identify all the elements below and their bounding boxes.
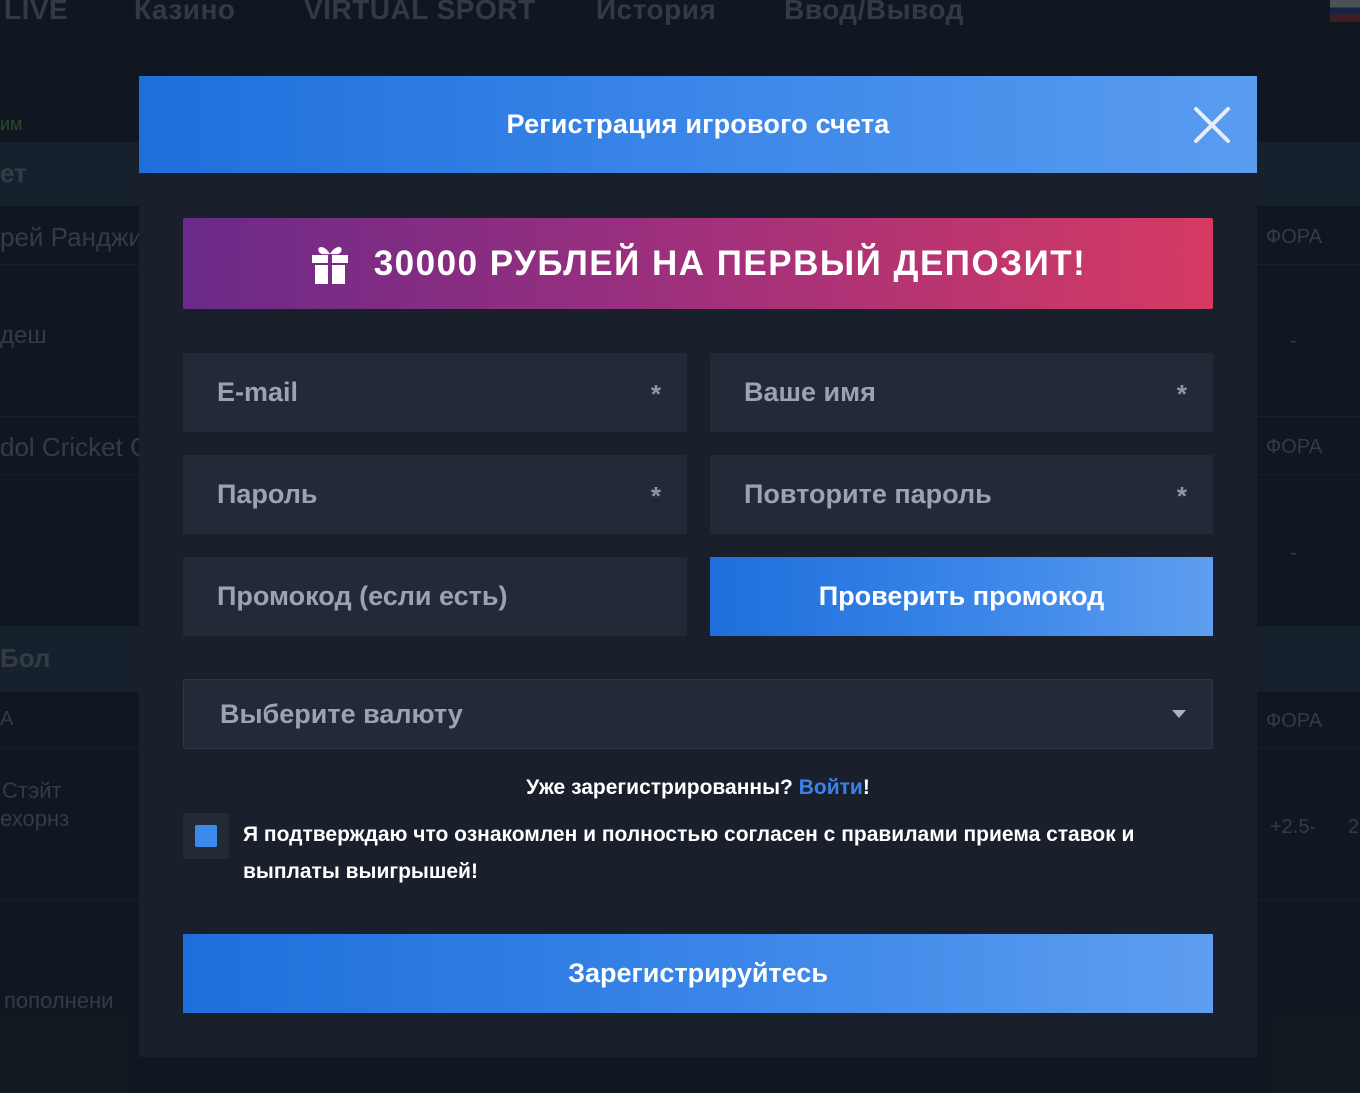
required-mark: * [1176,379,1187,409]
agree-checkbox[interactable] [183,813,229,859]
required-mark: * [1176,481,1187,511]
promo-text: 30000 РУБЛЕЙ НА ПЕРВЫЙ ДЕПОЗИТ! [373,243,1087,283]
required-mark: * [650,481,661,511]
checkbox-box [195,825,217,847]
password-repeat-placeholder: Повторите пароль [744,479,992,509]
password-field[interactable]: Пароль * [183,455,687,534]
password-repeat-field[interactable]: Повторите пароль * [710,455,1213,534]
register-button-label: Зарегистрируйтесь [568,958,828,988]
promocode-placeholder: Промокод (если есть) [217,581,508,611]
name-placeholder: Ваше имя [744,377,876,407]
email-field[interactable]: E-mail * [183,353,687,432]
agree-text: Я подтверждаю что ознакомлен и полностью… [243,823,1135,883]
email-placeholder: E-mail [217,377,299,407]
close-icon [1194,107,1230,143]
required-mark: * [650,379,661,409]
exclaim-mark: ! [862,776,870,799]
registration-modal: Регистрация игрового счета 30000 РУБЛЕЙ … [139,76,1257,1057]
modal-header: Регистрация игрового счета [139,76,1257,173]
close-button[interactable] [1193,106,1231,144]
check-promocode-label: Проверить промокод [818,581,1105,611]
password-placeholder: Пароль [217,479,318,509]
name-field[interactable]: Ваше имя * [710,353,1213,432]
currency-placeholder: Выберите валюту [220,698,463,729]
promo-banner: 30000 РУБЛЕЙ НА ПЕРВЫЙ ДЕПОЗИТ! [183,218,1213,309]
register-button[interactable]: Зарегистрируйтесь [183,934,1213,1013]
modal-title: Регистрация игрового счета [506,109,890,139]
chevron-down-icon [1172,710,1186,718]
check-promocode-button[interactable]: Проверить промокод [710,557,1213,636]
login-link[interactable]: Войти [799,776,863,799]
already-registered-text: Уже зарегистрированны? [526,776,793,799]
promocode-field[interactable]: Промокод (если есть) [183,557,687,636]
already-registered: Уже зарегистрированны? Войти! [139,776,1257,800]
currency-select[interactable]: Выберите валюту [183,679,1213,749]
gift-icon [311,246,348,284]
